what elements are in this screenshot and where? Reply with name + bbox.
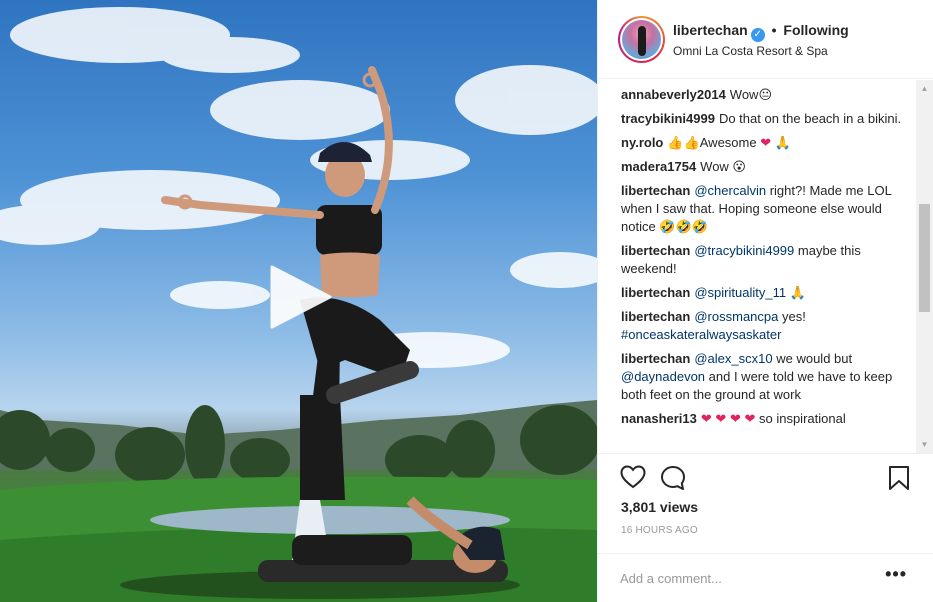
more-options-button[interactable]: •••: [885, 564, 907, 585]
comment-text: Wow 😮: [700, 159, 746, 174]
comment-item: libertechan @tracybikini4999 maybe this w…: [621, 242, 911, 278]
comment-username[interactable]: annabeverly2014: [621, 87, 726, 102]
play-button[interactable]: [264, 265, 334, 329]
post-location[interactable]: Omni La Costa Resort & Spa: [673, 44, 828, 58]
comment-item: ny.rolo 👍👍Awesome ❤ 🙏: [621, 134, 911, 152]
comment-mention[interactable]: @chercalvin: [694, 183, 766, 198]
comment-username[interactable]: ny.rolo: [621, 135, 663, 150]
comment-item: annabeverly2014 Wow😐: [621, 86, 911, 104]
comment-hashtag[interactable]: #onceaskateralwaysaskater: [621, 327, 781, 342]
comment-mention[interactable]: @spirituality_11: [694, 285, 786, 300]
comment-username[interactable]: tracybikini4999: [621, 111, 715, 126]
comment-item: tracybikini4999 Do that on the beach in a…: [621, 110, 911, 128]
avatar-ring: [620, 18, 663, 61]
comment-item: libertechan @alex_scx10 we would but @day…: [621, 350, 911, 404]
comment-icon: [661, 466, 685, 490]
comment-text: Wow😐: [729, 87, 773, 102]
comment-text: yes!: [778, 309, 806, 324]
comment-username[interactable]: libertechan: [621, 309, 690, 324]
comment-username[interactable]: libertechan: [621, 285, 690, 300]
comment-item: nanasheri13 ❤ ❤ ❤ ❤ so inspirational: [621, 410, 911, 428]
comment-list: annabeverly2014 Wow😐 tracybikini4999 Do th…: [621, 86, 911, 434]
comment-username[interactable]: nanasheri13: [621, 411, 697, 426]
comment-text: ❤ ❤ ❤ ❤ so inspirational: [700, 411, 846, 426]
like-button[interactable]: [620, 465, 646, 494]
comment-text: Do that on the beach in a bikini.: [718, 111, 902, 126]
scroll-up-arrow-icon[interactable]: ▲: [916, 80, 933, 97]
bookmark-icon: [889, 466, 909, 490]
comment-button[interactable]: [660, 465, 686, 496]
comment-username[interactable]: madera1754: [621, 159, 696, 174]
comment-text: we would but: [772, 351, 853, 366]
heart-icon: [620, 465, 646, 489]
avatar[interactable]: [618, 16, 665, 63]
verified-badge-icon: ✓: [750, 28, 765, 42]
comment-username[interactable]: libertechan: [621, 243, 690, 258]
comment-username[interactable]: libertechan: [621, 183, 690, 198]
view-count[interactable]: 3,801 views: [621, 499, 698, 515]
comment-input[interactable]: [620, 568, 870, 588]
comment-item: libertechan @chercalvin right?! Made me L…: [621, 182, 911, 236]
scroll-thumb[interactable]: [919, 204, 930, 312]
comments-section: annabeverly2014 Wow😐 tracybikini4999 Do th…: [598, 80, 933, 453]
comment-item: libertechan @spirituality_11 🙏: [621, 284, 911, 302]
comment-item: libertechan @rossmancpa yes! #onceaskater…: [621, 308, 911, 344]
comment-mention[interactable]: @rossmancpa: [694, 309, 778, 324]
post-details-panel: libertechan ✓ • Following Omni La Costa R…: [597, 0, 933, 602]
post-username[interactable]: libertechan: [673, 22, 748, 38]
comment-mention[interactable]: @alex_scx10: [694, 351, 772, 366]
username-row: libertechan ✓ • Following: [673, 22, 849, 42]
post-media[interactable]: [0, 0, 597, 602]
add-comment-bar: •••: [598, 553, 933, 602]
comment-username[interactable]: libertechan: [621, 351, 690, 366]
comment-mention[interactable]: @daynadevon: [621, 369, 705, 384]
comment-mention[interactable]: @tracybikini4999: [694, 243, 794, 258]
play-icon: [270, 265, 332, 329]
avatar-image: [622, 20, 661, 59]
comment-item: madera1754 Wow 😮: [621, 158, 911, 176]
post-header: libertechan ✓ • Following Omni La Costa R…: [598, 0, 933, 79]
post-actions: 3,801 views 16 HOURS AGO: [598, 453, 933, 553]
comments-scrollbar[interactable]: ▲ ▼: [916, 80, 933, 453]
save-button[interactable]: [888, 465, 910, 496]
comment-text: 🙏: [786, 285, 806, 300]
following-button[interactable]: Following: [783, 22, 848, 38]
post-timestamp[interactable]: 16 HOURS AGO: [621, 525, 698, 536]
scroll-down-arrow-icon[interactable]: ▼: [916, 436, 933, 453]
comment-text: 👍👍Awesome ❤ 🙏: [667, 135, 791, 150]
separator-dot: •: [771, 22, 777, 38]
